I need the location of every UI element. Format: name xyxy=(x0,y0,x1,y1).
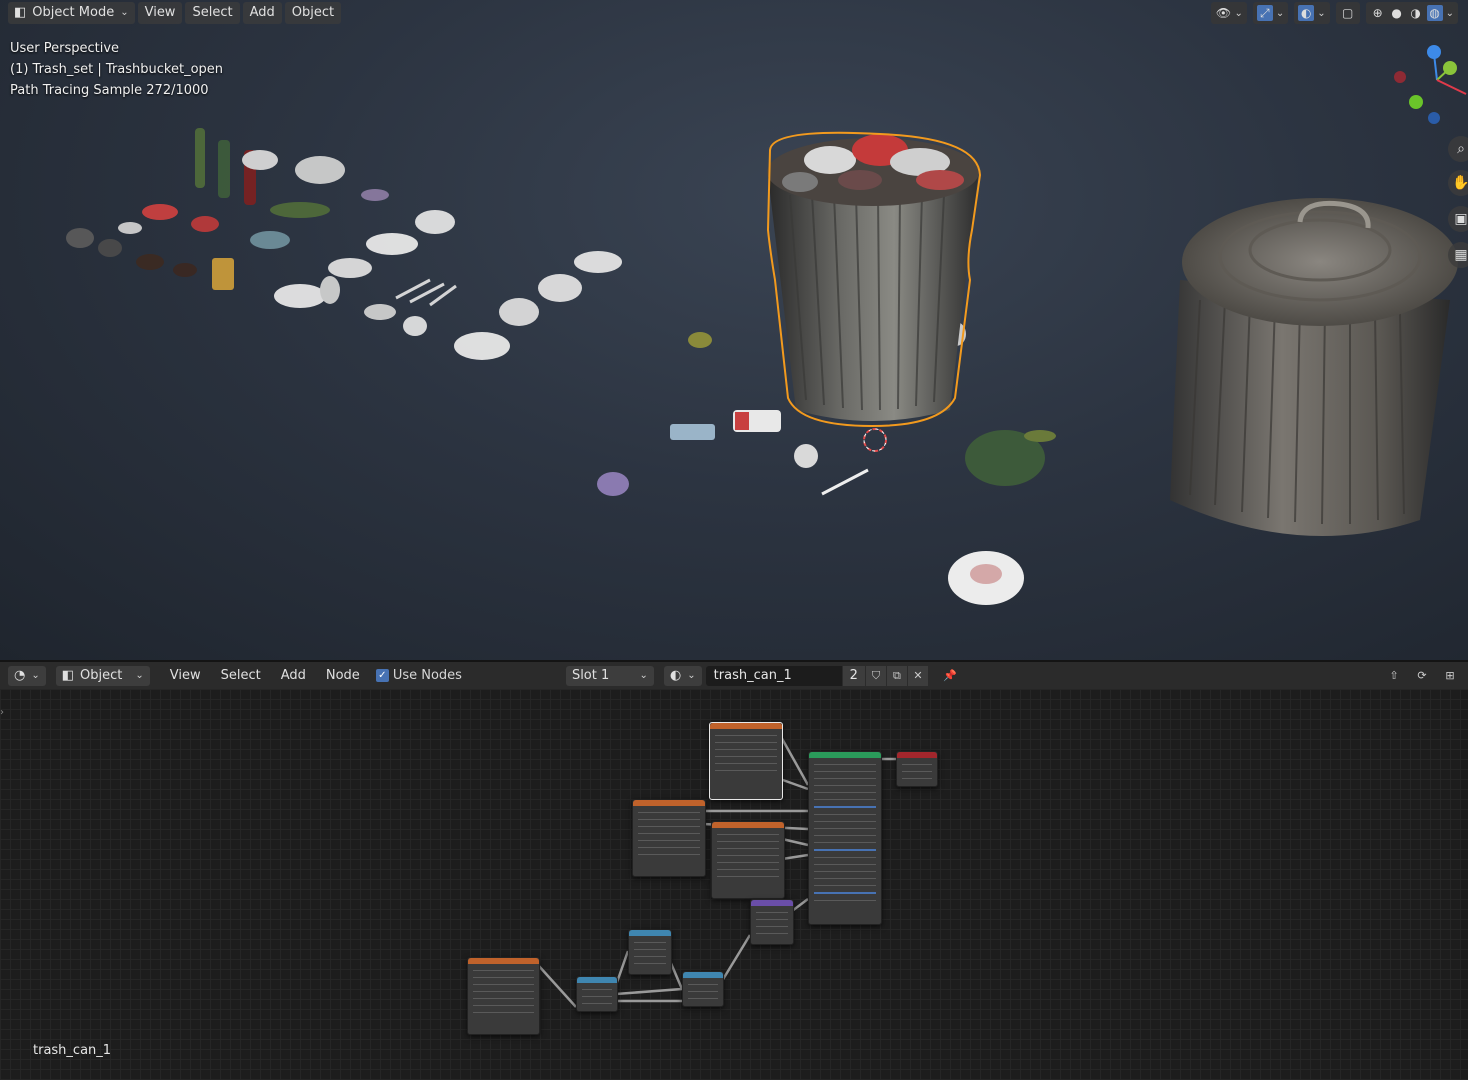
node-menu-node[interactable]: Node xyxy=(318,666,368,685)
snapping-icon[interactable]: ⟳ xyxy=(1412,666,1432,686)
material-name-field[interactable]: trash_can_1 xyxy=(705,665,842,686)
grid-perspective-icon[interactable]: ▦ xyxy=(1448,242,1468,268)
node-image-texture-1[interactable] xyxy=(709,722,783,800)
node-header xyxy=(577,977,617,983)
render-status-label: Path Tracing Sample 272/1000 xyxy=(10,83,209,98)
chevron-down-icon: ⌄ xyxy=(1317,7,1326,19)
trash-can-closed xyxy=(1170,198,1458,536)
node-header xyxy=(751,900,793,906)
node-converter-2[interactable] xyxy=(576,976,618,1012)
viewport-header: ◧ Object Mode ⌄ View Select Add Object xyxy=(0,0,342,26)
node-editor-canvas[interactable]: › trash_can_1 xyxy=(0,689,1468,1080)
chevron-down-icon: ⌄ xyxy=(31,670,40,681)
chevron-down-icon: ⌄ xyxy=(135,670,144,681)
object-mode-icon: ◧ xyxy=(14,5,27,20)
rendered-shading-icon[interactable]: ◍ xyxy=(1426,5,1443,21)
xray-toggle[interactable]: ▢ xyxy=(1335,2,1360,24)
editor-type-dropdown[interactable]: ◔ ⌄ xyxy=(8,665,46,686)
menu-add[interactable]: Add xyxy=(242,2,282,24)
chevron-down-icon: ⌄ xyxy=(639,670,648,681)
node-header xyxy=(683,972,723,978)
gizmo-dropdown[interactable]: ⤢ ⌄ xyxy=(1252,2,1289,24)
visibility-dropdown[interactable]: 👁 ⌄ xyxy=(1211,2,1247,24)
navigation-gizmo xyxy=(1394,45,1467,124)
material-user-count[interactable]: 2 xyxy=(842,665,865,686)
chevron-down-icon: ⌄ xyxy=(687,670,696,681)
pin-icon[interactable]: 📌 xyxy=(940,666,960,686)
snap-grid-icon[interactable]: ⊞ xyxy=(1440,666,1460,686)
viewport-right-tools: 👁 ⌄ ⤢ ⌄ ◐ ⌄ ▢ ⊕ ● ◑ ◍ ⌄ xyxy=(1211,2,1458,24)
node-menu-view[interactable]: View xyxy=(162,666,209,685)
shader-type-label: Object xyxy=(80,668,123,683)
shader-type-dropdown[interactable]: ◧ Object ⌄ xyxy=(55,665,150,686)
wireframe-shading-icon[interactable]: ⊕ xyxy=(1370,5,1386,21)
node-image-texture-2[interactable] xyxy=(632,799,706,877)
node-header xyxy=(710,723,782,729)
material-name-label: trash_can_1 xyxy=(33,1043,112,1058)
node-principled-bsdf[interactable] xyxy=(808,751,882,925)
material-shading-icon[interactable]: ◑ xyxy=(1408,5,1424,21)
perspective-label: User Perspective xyxy=(10,41,120,56)
duplicate-material-icon[interactable]: ⧉ xyxy=(886,665,907,686)
node-normal-map[interactable] xyxy=(750,899,794,945)
active-object-label: (1) Trash_set | Trashbucket_open xyxy=(10,62,224,77)
node-converter-3[interactable] xyxy=(682,971,724,1007)
eye-icon: 👁 xyxy=(1215,6,1232,20)
pan-hand-icon[interactable]: ✋ xyxy=(1448,170,1468,196)
xray-icon: ▢ xyxy=(1341,6,1354,20)
node-converter-1[interactable] xyxy=(628,929,672,975)
use-nodes-toggle[interactable]: ✓ Use Nodes xyxy=(375,668,462,683)
chevron-down-icon: ⌄ xyxy=(1234,7,1243,19)
node-header xyxy=(712,822,784,828)
object-mode-dropdown[interactable]: ◧ Object Mode ⌄ xyxy=(8,2,135,24)
chevron-down-icon: ⌄ xyxy=(1275,7,1285,19)
material-sphere-icon: ◐ xyxy=(669,668,682,683)
object-icon: ◧ xyxy=(61,668,75,683)
slot-dropdown[interactable]: Slot 1 ⌄ xyxy=(565,665,654,686)
chevron-down-icon: ⌄ xyxy=(120,7,129,18)
shader-editor-icon: ◔ xyxy=(14,668,26,683)
node-header xyxy=(809,752,881,758)
3d-viewport[interactable]: ◧ Object Mode ⌄ View Select Add Object 👁… xyxy=(0,0,1468,660)
chevron-down-icon[interactable]: ⌄ xyxy=(1446,8,1454,19)
camera-icon[interactable]: ▣ xyxy=(1448,206,1468,232)
material-datablock: trash_can_1 2 ⛉ ⧉ ✕ xyxy=(705,665,928,686)
overlays-icon: ◐ xyxy=(1298,5,1315,21)
gizmo-icon: ⤢ xyxy=(1256,5,1273,21)
node-header xyxy=(633,800,705,806)
object-mode-label: Object Mode xyxy=(32,5,115,20)
node-header xyxy=(468,958,539,964)
node-image-texture-3[interactable] xyxy=(711,821,785,899)
node-menu-select[interactable]: Select xyxy=(213,666,269,685)
parent-node-tree-icon[interactable]: ⇧ xyxy=(1384,666,1404,686)
unlink-close-icon[interactable]: ✕ xyxy=(907,665,928,686)
trash-can-open xyxy=(766,131,982,452)
node-menu-add[interactable]: Add xyxy=(273,666,314,685)
trash-debris-left xyxy=(66,128,622,360)
overlays-dropdown[interactable]: ◐ ⌄ xyxy=(1294,2,1330,24)
shading-modes: ⊕ ● ◑ ◍ ⌄ xyxy=(1365,2,1458,24)
menu-select[interactable]: Select xyxy=(185,2,240,24)
node-editor-header: ◔ ⌄ ◧ Object ⌄ View Select Add Node ✓ Us… xyxy=(0,662,1468,689)
zoom-icon[interactable]: ⌕ xyxy=(1448,136,1468,162)
menu-object[interactable]: Object xyxy=(284,2,342,24)
node-header xyxy=(629,930,671,936)
node-editor-right-tools: ⇧ ⟳ ⊞ xyxy=(1384,666,1460,686)
fake-user-shield-icon[interactable]: ⛉ xyxy=(865,665,886,686)
menu-view[interactable]: View xyxy=(137,2,183,24)
solid-shading-icon[interactable]: ● xyxy=(1389,5,1405,21)
slot-label: Slot 1 xyxy=(571,668,610,683)
material-browse-dropdown[interactable]: ◐ ⌄ xyxy=(663,665,702,686)
use-nodes-label: Use Nodes xyxy=(392,668,462,683)
node-material-output[interactable] xyxy=(896,751,938,787)
checkbox-checked-icon[interactable]: ✓ xyxy=(375,669,389,682)
viewport-info: User Perspective (1) Trash_set | Trashbu… xyxy=(10,38,223,101)
node-image-texture-4[interactable] xyxy=(467,957,540,1035)
node-header xyxy=(897,752,937,758)
